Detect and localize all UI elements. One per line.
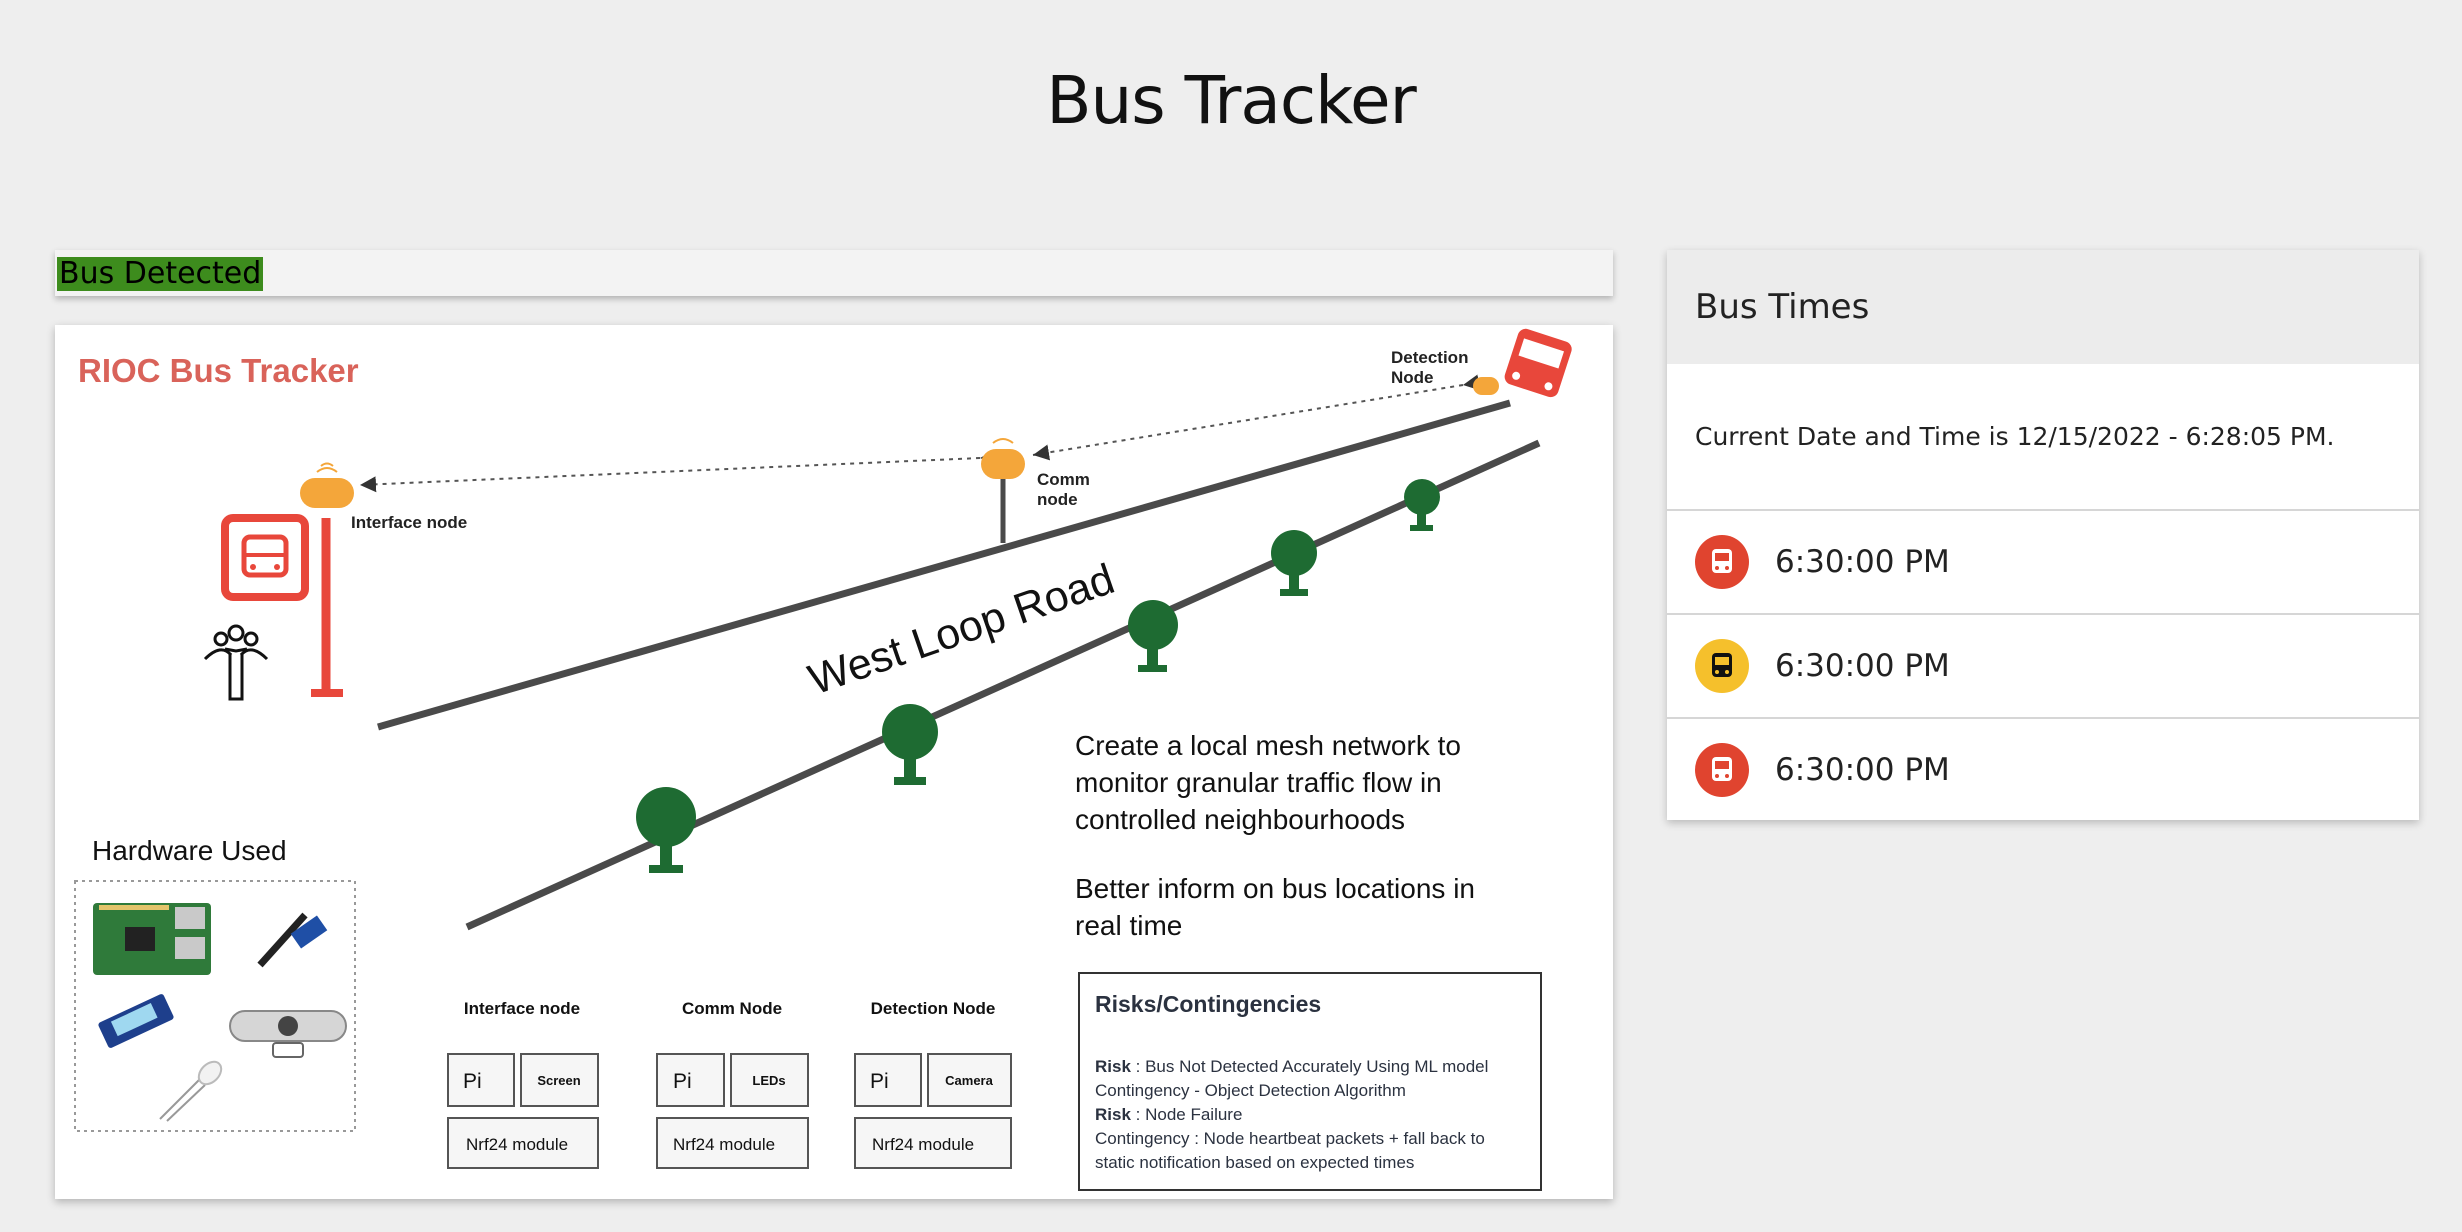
node-box-interface: Interface node Pi Screen Nrf24 module	[447, 999, 599, 1169]
node-part-a: Pi	[463, 1070, 482, 1093]
description-p2-line2: real time	[1075, 910, 1182, 941]
node-part-a: Pi	[870, 1070, 889, 1093]
comm-node-label-1: Comm	[1037, 470, 1090, 489]
bus-icon	[1695, 639, 1749, 693]
raspberry-pi-image	[93, 903, 211, 975]
tree-icon	[636, 787, 696, 873]
tree-icon	[1271, 530, 1317, 596]
page-title: Bus Tracker	[1046, 62, 1417, 139]
bus-icon	[1695, 535, 1749, 589]
diagram-title: RIOC Bus Tracker	[78, 352, 359, 389]
node-part-b: Camera	[945, 1073, 993, 1088]
risks-box: Risks/Contingencies Risk : Bus Not Detec…	[1078, 972, 1542, 1191]
node-box-title: Comm Node	[682, 999, 782, 1018]
risk-2: Risk : Node Failure	[1095, 1105, 1242, 1124]
bus-arrival-time: 6:30:00 PM	[1775, 752, 1950, 788]
people-icon	[203, 624, 269, 701]
hardware-title: Hardware Used	[92, 835, 287, 866]
status-bar: Bus Detected	[55, 250, 1613, 296]
screen-module-image	[98, 994, 174, 1048]
node-part-b: Screen	[537, 1073, 580, 1088]
description-p1-line1: Create a local mesh network to	[1075, 730, 1461, 761]
bus-times-title: Bus Times	[1667, 250, 2419, 364]
led-image	[159, 1060, 223, 1122]
node-part-a: Pi	[673, 1070, 692, 1093]
risk-1: Risk : Bus Not Detected Accurately Using…	[1095, 1057, 1488, 1076]
bus-time-row: 6:30:00 PM	[1667, 511, 2419, 615]
detection-node-label-2: Node	[1391, 368, 1434, 387]
tree-icon	[1128, 600, 1178, 672]
bus-icon	[1695, 743, 1749, 797]
road-upper	[377, 399, 1511, 731]
bus-time-row: 6:30:00 PM	[1667, 615, 2419, 719]
interface-node-icon	[300, 462, 354, 508]
link-detection-comm	[1032, 374, 1481, 461]
description-p1-line2: monitor granular traffic flow in	[1075, 767, 1442, 798]
link-comm-interface	[359, 449, 997, 493]
current-datetime: Current Date and Time is 12/15/2022 - 6:…	[1667, 364, 2419, 511]
bus-arrival-time: 6:30:00 PM	[1775, 544, 1950, 580]
red-bus-icon	[1504, 328, 1572, 398]
risks-title: Risks/Contingencies	[1095, 991, 1321, 1017]
bus-arrival-time: 6:30:00 PM	[1775, 648, 1950, 684]
node-box-title: Interface node	[464, 999, 580, 1018]
road-label: West Loop Road	[803, 555, 1121, 704]
bus-time-row: 6:30:00 PM	[1667, 719, 2419, 821]
contingency-1: Contingency - Object Detection Algorithm	[1095, 1081, 1406, 1100]
project-diagram: RIOC Bus Tracker West Loop Road Interfac…	[55, 325, 1613, 1199]
contingency-2b: static notification based on expected ti…	[1095, 1153, 1414, 1172]
tree-icon	[882, 704, 938, 785]
interface-node-label: Interface node	[351, 513, 467, 532]
node-module: Nrf24 module	[673, 1135, 775, 1154]
contingency-2a: Contingency : Node heartbeat packets + f…	[1095, 1129, 1485, 1148]
tree-icon	[1404, 479, 1440, 531]
webcam-image	[229, 1010, 347, 1058]
node-box-title: Detection Node	[871, 999, 996, 1018]
detection-node-label-1: Detection	[1391, 348, 1468, 367]
description-p2-line1: Better inform on bus locations in	[1075, 873, 1475, 904]
comm-node-label-2: node	[1037, 490, 1078, 509]
status-badge: Bus Detected	[57, 256, 264, 291]
comm-node-icon	[981, 438, 1025, 543]
node-part-b: LEDs	[752, 1073, 785, 1088]
description-p1-line3: controlled neighbourhoods	[1075, 804, 1405, 835]
antenna-module-image	[257, 912, 328, 968]
node-box-detection: Detection Node Pi Camera Nrf24 module	[854, 999, 1012, 1169]
node-module: Nrf24 module	[466, 1135, 568, 1154]
node-box-comm: Comm Node Pi LEDs Nrf24 module	[656, 999, 809, 1169]
detection-node-icon	[1473, 377, 1499, 395]
diagram-canvas: RIOC Bus Tracker West Loop Road Interfac…	[74, 328, 1572, 1191]
node-module: Nrf24 module	[872, 1135, 974, 1154]
bus-times-panel: Bus Times Current Date and Time is 12/15…	[1667, 250, 2419, 820]
